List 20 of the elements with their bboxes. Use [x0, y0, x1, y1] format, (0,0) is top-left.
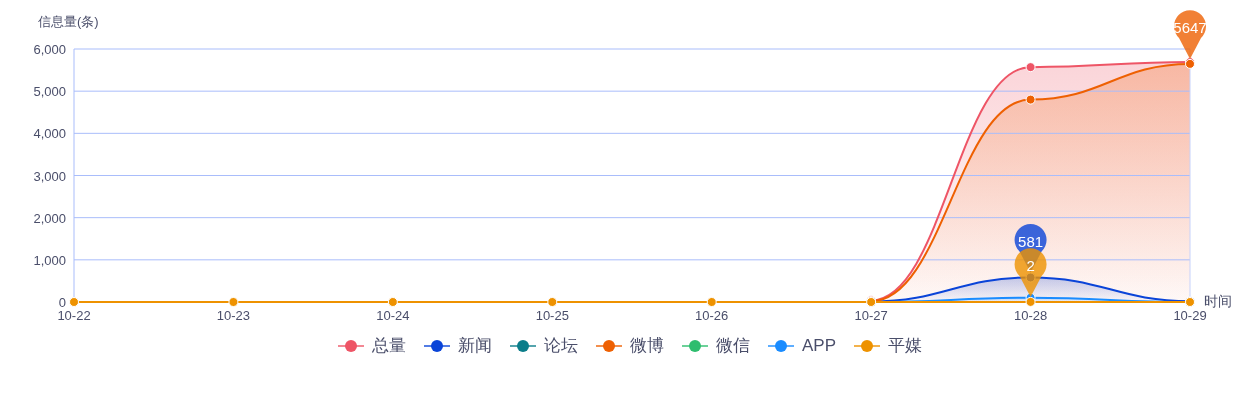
- pin-label: 2: [1026, 256, 1035, 274]
- y-tick-label: 4,000: [33, 126, 66, 142]
- y-tick-label: 1,000: [33, 252, 66, 268]
- x-axis-title: 时间: [1204, 293, 1232, 309]
- x-tick-label: 10-28: [1013, 308, 1048, 323]
- y-tick-label: 0: [58, 295, 66, 310]
- x-tick-label: 10-27: [854, 308, 888, 323]
- y-axis-title: 信息量(条): [38, 14, 99, 29]
- pin-label: 5647: [1173, 18, 1207, 36]
- x-tick-label: 10-22: [57, 308, 91, 323]
- x-tick-label: 10-24: [376, 308, 410, 323]
- y-tick-label: 2,000: [33, 210, 66, 226]
- y-tick-label: 3,000: [33, 168, 66, 184]
- pin-label: 581: [1018, 232, 1044, 250]
- y-tick-label: 5,000: [33, 84, 66, 100]
- x-tick-label: 10-26: [695, 308, 729, 323]
- y-tick-label: 6,000: [33, 42, 66, 57]
- x-tick-label: 10-23: [216, 308, 251, 323]
- x-tick-label: 10-25: [535, 308, 569, 323]
- x-tick-label: 10-29: [1173, 308, 1207, 323]
